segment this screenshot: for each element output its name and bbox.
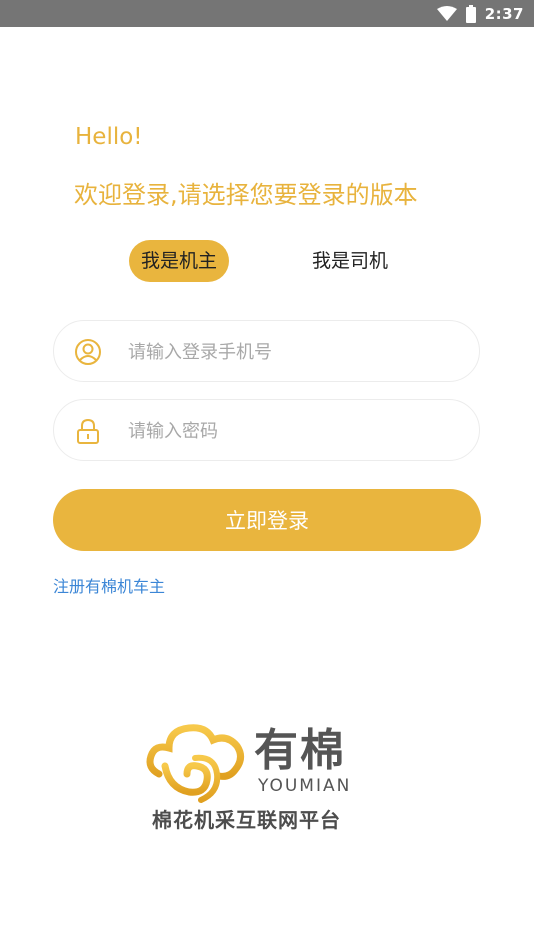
battery-icon [465, 4, 476, 23]
login-screen: 2:37 Hello! 欢迎登录,请选择您要登录的版本 我是机主 我是司机 立即… [0, 0, 534, 949]
phone-field[interactable] [53, 320, 480, 382]
login-button[interactable]: 立即登录 [53, 489, 481, 551]
tab-owner[interactable]: 我是机主 [129, 240, 229, 282]
brand-name: 有棉 [254, 725, 346, 776]
cotton-cloud-logo-icon [146, 724, 244, 803]
status-right: 2:37 [436, 0, 524, 27]
tab-driver[interactable]: 我是司机 [300, 240, 400, 282]
status-bar: 2:37 [0, 0, 534, 27]
phone-input[interactable] [126, 331, 460, 373]
password-input[interactable] [126, 410, 460, 452]
lock-icon [77, 418, 99, 444]
brand-slogan: 棉花机采互联网平台 [152, 808, 341, 832]
status-time: 2:37 [484, 4, 524, 23]
hello-text: Hello! [75, 124, 143, 150]
welcome-text: 欢迎登录,请选择您要登录的版本 [74, 181, 418, 209]
register-link[interactable]: 注册有棉机车主 [53, 573, 165, 597]
brand-name-en: YOUMIAN [258, 776, 352, 796]
password-field[interactable] [53, 399, 480, 461]
user-icon [75, 339, 101, 365]
wifi-icon [436, 5, 457, 21]
